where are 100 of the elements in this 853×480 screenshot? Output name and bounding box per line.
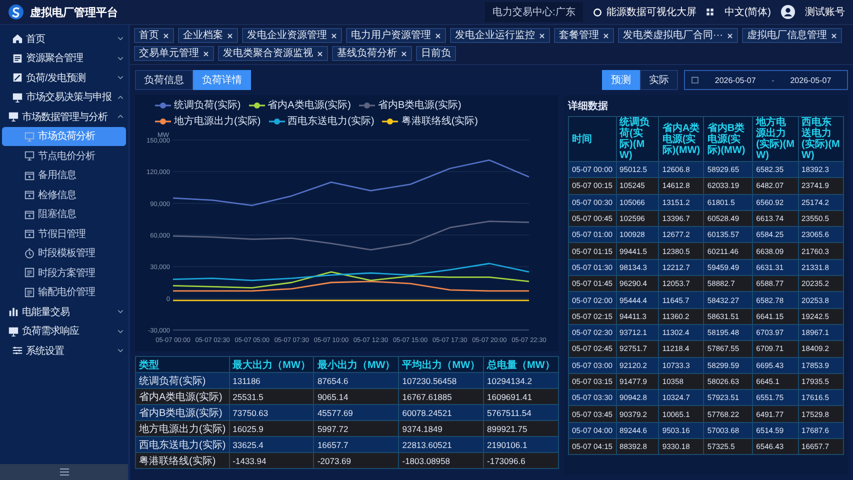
sidebar-item[interactable]: 时段方案管理 <box>2 263 126 282</box>
date-separator: - <box>772 76 774 84</box>
table-cell: 5997.72 <box>314 420 399 436</box>
avatar-icon <box>781 5 795 19</box>
close-icon <box>331 32 337 38</box>
column-header: 类型 <box>136 356 230 372</box>
chevron-down-icon <box>117 347 124 354</box>
legend-item[interactable]: 地方电源出力(实际) <box>155 114 261 128</box>
chevron-down-icon <box>117 35 124 42</box>
sidebar-item[interactable]: 备用信息 <box>2 166 126 185</box>
legend-item[interactable]: 统调负荷(实际) <box>155 98 241 112</box>
tab[interactable]: 首页 <box>134 28 174 43</box>
table-cell: 131186 <box>229 372 314 388</box>
close-icon <box>831 32 837 38</box>
table-cell: 统调负荷(实际) <box>136 372 230 388</box>
tab[interactable]: 企业档案 <box>178 28 238 43</box>
chevron-down-icon <box>117 308 124 316</box>
document-icon <box>24 267 35 278</box>
edit-icon <box>12 72 23 84</box>
table-cell: 45577.69 <box>314 404 399 420</box>
legend-item[interactable]: 省内A类电源(实际) <box>248 98 352 112</box>
end-date-input[interactable]: 2026-05-07 <box>780 76 842 84</box>
start-date-input[interactable]: 2026-05-07 <box>705 76 766 84</box>
sidebar-item[interactable]: 负荷/发电预测 <box>2 68 126 88</box>
chevron-down-icon <box>117 74 124 82</box>
sidebar-item[interactable]: 节假日管理 <box>2 224 126 244</box>
close-icon <box>539 32 545 38</box>
table-cell: 粤港联络线(实际) <box>136 452 230 468</box>
close-icon <box>401 50 407 56</box>
sidebar-item[interactable]: 检修信息 <box>2 185 126 204</box>
legend-item[interactable]: 西电东送电力(实际) <box>268 114 374 128</box>
tab[interactable]: 虚拟电厂信息管理 <box>742 28 842 43</box>
sidebar-item[interactable]: 阻塞信息 <box>2 204 126 224</box>
sliders-icon <box>12 345 23 356</box>
chevron-up-icon <box>117 113 124 120</box>
sidebar-item[interactable]: 电能量交易 <box>2 302 126 322</box>
sidebar-item[interactable]: 系统设置 <box>2 341 126 360</box>
user-name[interactable]: 测试账号 <box>805 5 845 19</box>
table-cell: 5767511.54 <box>484 404 558 420</box>
tab[interactable]: 套餐管理 <box>554 28 614 43</box>
close-icon <box>603 32 609 38</box>
tab[interactable]: 交易单元管理 <box>134 46 214 61</box>
table-cell: 87654.6 <box>314 372 399 388</box>
tab[interactable]: 电力用户资源管理 <box>346 28 446 43</box>
tab[interactable]: 发电类虚拟电厂合同··· <box>618 28 738 43</box>
language-selector[interactable]: 中文(简体) <box>724 5 771 19</box>
toggle-button[interactable]: 实际 <box>640 70 678 90</box>
sidebar-item[interactable]: 市场交易决策与申报 <box>2 88 126 107</box>
legend-item[interactable]: 粤港联络线(实际) <box>382 114 478 128</box>
list-icon <box>12 52 23 64</box>
column-header: 最大出力（MW） <box>229 356 314 372</box>
clock-icon <box>24 248 35 259</box>
date-range-field[interactable]: 2026-05-07 - 2026-05-07 <box>684 70 848 90</box>
tab[interactable]: 发电企业运行监控 <box>450 28 550 43</box>
calendar-icon <box>24 208 35 220</box>
calendar-icon <box>24 228 35 240</box>
sidebar-item[interactable]: 负荷需求响应 <box>2 322 126 341</box>
sidebar-item[interactable]: 时段模板管理 <box>2 244 126 263</box>
close-icon <box>727 32 733 38</box>
close-icon <box>203 50 209 56</box>
tab[interactable]: 发电企业资源管理 <box>242 28 342 43</box>
sidebar-item[interactable]: 首页 <box>2 29 126 48</box>
column-header: 平均出力（MW） <box>398 356 484 372</box>
close-icon <box>435 32 441 38</box>
toggle-button[interactable]: 负荷信息 <box>135 70 193 90</box>
calendar-icon <box>691 76 699 84</box>
logo-icon <box>8 4 24 20</box>
chevron-up-icon <box>117 94 124 101</box>
table-cell: -173096.6 <box>484 452 558 468</box>
sidebar-item[interactable]: 节点电价分析 <box>2 146 126 166</box>
tab[interactable]: 日前负 <box>416 46 456 61</box>
grid-icon <box>706 8 714 16</box>
tab[interactable]: 基线负荷分析 <box>332 46 412 61</box>
legend-item[interactable]: 省内B类电源(实际) <box>359 98 462 112</box>
column-header: 西电东送电力(实际)(MW) <box>798 116 844 162</box>
sidebar-item[interactable]: 输配电价管理 <box>2 282 126 302</box>
collapse-button[interactable] <box>0 464 128 480</box>
table-cell: 73750.63 <box>229 404 314 420</box>
sidebar-item[interactable]: 资源聚合管理 <box>2 48 126 68</box>
chevron-down-icon <box>117 54 124 62</box>
table-cell: 899921.75 <box>484 420 558 436</box>
tab[interactable]: 发电类聚合资源监视 <box>218 46 328 61</box>
close-icon <box>227 32 233 38</box>
panel-title: 详细数据 <box>568 99 609 113</box>
bar-chart-icon <box>8 306 19 318</box>
table-cell: 9374.1849 <box>398 420 484 436</box>
column-header: 统调负荷(实际)(MW) <box>616 116 659 162</box>
sidebar-item[interactable]: 市场数据管理与分析 <box>2 107 126 126</box>
column-header: 省内B类电源(实际)(MW) <box>704 116 753 162</box>
table-cell: 16025.9 <box>229 420 314 436</box>
home-icon <box>12 33 23 44</box>
screen-icon <box>24 150 35 162</box>
table-cell: 地方电源出力(实际) <box>136 420 230 436</box>
table-cell: -1803.08958 <box>398 452 484 468</box>
dashboard-link[interactable]: 能源数据可视化大屏 <box>593 5 696 19</box>
table-cell: 9065.14 <box>314 388 399 404</box>
table-cell: -1433.94 <box>229 452 314 468</box>
calendar-icon <box>24 170 35 181</box>
table-cell: -2073.69 <box>314 452 399 468</box>
column-header: 总电量（MW） <box>484 356 558 372</box>
